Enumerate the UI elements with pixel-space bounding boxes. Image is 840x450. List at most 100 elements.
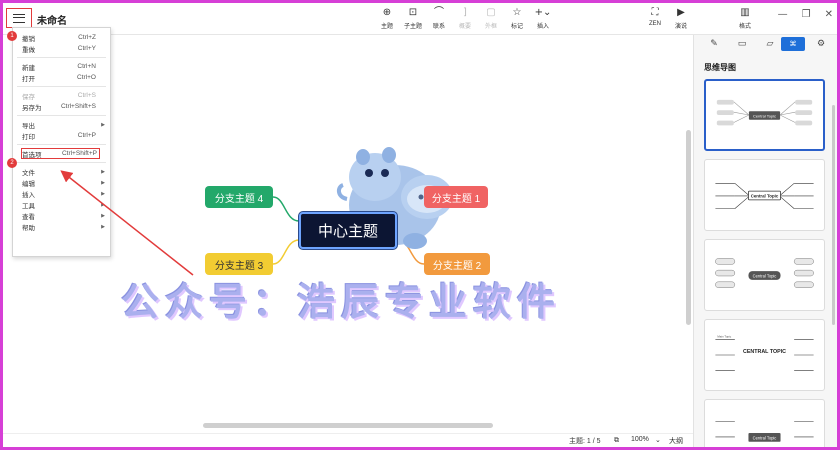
menu-separator — [17, 144, 106, 145]
hamburger-menu-button[interactable] — [6, 8, 32, 28]
theme-central-label-5: Central Topic — [753, 435, 777, 440]
menu-item-2-0[interactable]: 保存 Ctrl+S — [13, 90, 110, 101]
subtopic-icon: ⊡ — [408, 7, 418, 18]
theme-main-topic-label: Main Topic — [717, 335, 731, 339]
theme-card-5[interactable]: Central Topic — [704, 399, 825, 447]
menu-item-shortcut: Ctrl+Shift+S — [60, 103, 96, 110]
submenu-arrow-icon: ▶ — [101, 190, 105, 197]
menu-item-5-1[interactable]: 编辑 ▶ — [13, 177, 110, 188]
submenu-arrow-icon: ▶ — [101, 212, 105, 219]
zoom-chevron-icon[interactable]: ⌄ — [655, 436, 661, 444]
menu-separator — [17, 57, 106, 58]
menu-item-label: 保存 — [22, 93, 35, 101]
boundary-icon: ▢ — [486, 7, 496, 18]
toolbar-btn-format-panel[interactable]: ▥ 格式 — [732, 6, 758, 30]
canvas-icon[interactable]: ▭ — [730, 37, 754, 51]
horizontal-scrollbar[interactable] — [203, 423, 493, 428]
toolbar-btn-label: ZEN — [649, 21, 661, 27]
branch-topic-1[interactable]: 分支主题 1 — [424, 186, 488, 208]
format-side-panel: ✎ ▭ ▱ ⌘ ⚙ 思维导图 Central Topic Central Top… — [693, 35, 837, 447]
menu-item-5-0[interactable]: 文件 ▶ — [13, 166, 110, 177]
menu-item-0-1[interactable]: 重做 Ctrl+Y — [13, 43, 110, 54]
toolbar-btn-pitch-play[interactable]: ▶ 演说 — [668, 6, 694, 30]
close-icon[interactable]: ✕ — [825, 9, 833, 20]
menu-item-3-0[interactable]: 导出 ▶ — [13, 119, 110, 130]
menu-separator — [17, 115, 106, 116]
menu-item-shortcut: Ctrl+O — [77, 74, 96, 81]
zen-fullscreen-icon: ⛶ — [651, 7, 659, 18]
app-window: 未命名 ⊕ 主题 ⊡ 子主题 ⌒ 联系] 概要 ▢ 外框 ☆ 标记 +⌄ 插入 ⛶ ZEN ▶ 演说 ▥ 格式 —… — [3, 3, 837, 447]
relationship-icon: ⌒ — [434, 7, 444, 18]
menu-item-1-0[interactable]: 新建 Ctrl+N — [13, 61, 110, 72]
status-bar: 主题: 1 / 5 ⧉ 100% ⌄ 大纲 — [3, 433, 693, 447]
menu-item-5-5[interactable]: 帮助 ▶ — [13, 221, 110, 232]
branch-topic-4[interactable]: 分支主题 4 — [205, 186, 273, 208]
menu-item-2-1[interactable]: 另存为 Ctrl+Shift+S — [13, 101, 110, 112]
theme-central-label: Central Topic — [753, 113, 776, 118]
menu-item-4-0[interactable]: 首选项 Ctrl+Shift+P — [21, 148, 100, 159]
theme-central-label-4: CENTRAL TOPIC — [743, 349, 786, 355]
submenu-arrow-icon: ▶ — [101, 179, 105, 186]
theme-central-label-3: Central Topic — [753, 273, 777, 278]
menu-item-5-2[interactable]: 插入 ▶ — [13, 188, 110, 199]
topic-icon: ⊕ — [382, 7, 392, 18]
style-brush-icon[interactable]: ✎ — [702, 37, 726, 51]
icon-set-icon[interactable]: ▱ — [758, 37, 782, 51]
submenu-arrow-icon: ▶ — [101, 223, 105, 230]
menu-separator — [17, 86, 106, 87]
theme-icon[interactable]: ⌘ — [781, 37, 805, 51]
menu-item-label: 编辑 — [22, 180, 35, 188]
toolbar-btn-label: 演说 — [674, 24, 687, 30]
toolbar-btn-summary[interactable]: ] 概要 — [452, 6, 478, 30]
outline-button[interactable]: 大纲 — [669, 436, 683, 446]
theme-central-label-2: Central Topic — [751, 193, 779, 198]
submenu-arrow-icon: ▶ — [101, 121, 105, 128]
menu-item-shortcut: Ctrl+N — [77, 63, 96, 70]
vertical-scrollbar[interactable] — [686, 130, 691, 325]
step-marker-2: 2 — [7, 158, 17, 168]
menu-item-5-3[interactable]: 工具 ▶ — [13, 199, 110, 210]
settings-gear-icon[interactable]: ⚙ — [809, 37, 833, 51]
menu-item-label: 撤销 — [22, 35, 35, 43]
toolbar-btn-label: 主题 — [380, 24, 393, 30]
menu-item-label: 新建 — [22, 64, 35, 72]
theme-card-3[interactable]: Central Topic — [704, 239, 825, 311]
menu-item-shortcut: Ctrl+Shift+P — [61, 150, 97, 157]
toolbar-btn-relationship[interactable]: ⌒ 联系 — [426, 6, 452, 30]
restore-icon[interactable]: ❐ — [802, 9, 811, 20]
toolbar-btn-subtopic[interactable]: ⊡ 子主题 — [400, 6, 426, 30]
minimize-icon[interactable]: — — [778, 9, 788, 20]
panel-scrollbar[interactable] — [832, 105, 835, 325]
toolbar-btn-label: 标记 — [510, 24, 523, 30]
main-menu-dropdown: 撤销 Ctrl+Z 重做 Ctrl+Y 新建 Ctrl+N 打开 Ctrl+O 保存 Ctrl+S… — [12, 27, 111, 257]
toolbar-btn-marker-star[interactable]: ☆ 标记 — [504, 6, 530, 30]
panel-section-title: 思维导图 — [704, 63, 736, 72]
step-marker-1: 1 — [7, 31, 17, 41]
theme-card-4[interactable]: CENTRAL TOPIC Main Topic — [704, 319, 825, 391]
central-topic-node[interactable]: 中心主题 — [299, 212, 397, 249]
toolbar-btn-zen-fullscreen[interactable]: ⛶ ZEN — [642, 6, 668, 30]
menu-item-0-0[interactable]: 撤销 Ctrl+Z — [13, 32, 110, 43]
toolbar-btn-insert-plus[interactable]: +⌄ 插入 — [530, 6, 556, 30]
pitch-play-icon: ▶ — [677, 7, 685, 18]
theme-card-1[interactable]: Central Topic — [704, 79, 825, 151]
theme-card-2[interactable]: Central Topic — [704, 159, 825, 231]
menu-item-label: 导出 — [22, 122, 35, 130]
toolbar-btn-label: 概要 — [458, 24, 471, 30]
submenu-arrow-icon: ▶ — [101, 168, 105, 175]
submenu-arrow-icon: ▶ — [101, 201, 105, 208]
menu-item-3-1[interactable]: 打印 Ctrl+P — [13, 130, 110, 141]
panel-tabs: ✎ ▭ ▱ ⌘ ⚙ — [694, 37, 837, 55]
toolbar-btn-boundary[interactable]: ▢ 外框 — [478, 6, 504, 30]
menu-item-1-1[interactable]: 打开 Ctrl+O — [13, 72, 110, 83]
topic-count: 主题: 1 / 5 — [569, 438, 601, 445]
window-controls: — ❐ ✕ — [778, 9, 833, 20]
format-panel-icon: ▥ — [740, 7, 750, 18]
toolbar-btn-topic[interactable]: ⊕ 主题 — [374, 6, 400, 30]
menu-item-label: 首选项 — [22, 151, 42, 159]
zoom-level[interactable]: 100% — [631, 436, 649, 443]
menu-item-5-4[interactable]: 查看 ▶ — [13, 210, 110, 221]
menu-item-label: 查看 — [22, 213, 35, 221]
zoom-fit-icon[interactable]: ⧉ — [614, 436, 619, 445]
menu-item-label: 重做 — [22, 46, 35, 54]
